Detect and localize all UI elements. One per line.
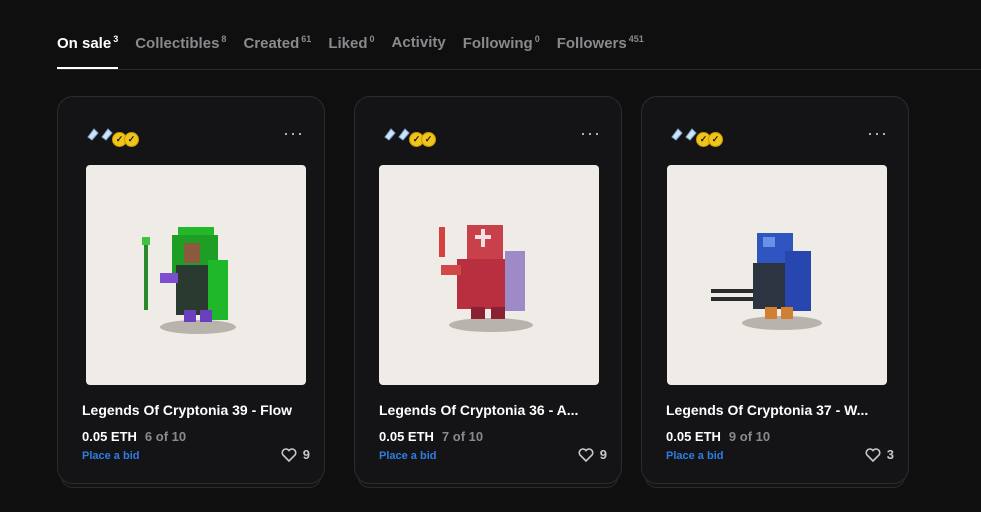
heart-icon xyxy=(578,447,594,462)
tab-created[interactable]: Created 61 xyxy=(243,34,311,69)
like-button[interactable]: 3 xyxy=(865,447,894,462)
price: 0.05 ETH xyxy=(379,429,434,444)
profile-tabs: On sale 3 Collectibles 8 Created 61 Liked 0 … xyxy=(57,34,661,69)
green-hooded-archer-sprite-icon xyxy=(142,227,236,334)
verified-badge-icon: ✓ xyxy=(708,132,723,147)
tabs-divider xyxy=(57,69,981,70)
nft-title[interactable]: Legends Of Cryptonia 39 - Flow xyxy=(82,402,310,418)
tab-count: 61 xyxy=(301,34,312,44)
nft-title[interactable]: Legends Of Cryptonia 37 - W... xyxy=(666,402,894,418)
like-button[interactable]: 9 xyxy=(578,447,607,462)
like-count: 9 xyxy=(599,447,607,462)
tab-collectibles[interactable]: Collectibles 8 xyxy=(135,34,226,69)
nft-card-body[interactable]: ✓ ✓ ··· Legends Of Cryptonia 37 - W... 0… xyxy=(641,96,909,484)
like-count: 9 xyxy=(302,447,310,462)
tab-activity[interactable]: Activity xyxy=(392,34,446,69)
nft-artwork[interactable] xyxy=(667,165,887,385)
tab-followers[interactable]: Followers 451 xyxy=(557,34,644,69)
place-bid-link[interactable]: Place a bid xyxy=(82,450,139,462)
edition-count: 9 of 10 xyxy=(728,429,771,444)
nft-card-body[interactable]: ✓ ✓ ··· Legends Of Cryptonia 36 - A... 0… xyxy=(354,96,622,484)
diamond-icon xyxy=(384,128,396,141)
nft-card[interactable]: ✓ ✓ ··· Legends Of Cryptonia 37 - W... 0… xyxy=(641,96,909,488)
diamond-icon xyxy=(671,128,683,141)
heart-icon xyxy=(865,447,881,462)
price: 0.05 ETH xyxy=(666,429,721,444)
diamond-icon xyxy=(87,128,99,141)
more-options-icon[interactable]: ··· xyxy=(867,123,888,144)
nft-artwork[interactable] xyxy=(379,165,599,385)
more-options-icon[interactable]: ··· xyxy=(580,123,601,144)
red-armored-knight-sprite-icon xyxy=(439,225,533,332)
nft-artwork[interactable] xyxy=(86,165,306,385)
tab-count: 0 xyxy=(534,34,540,44)
like-count: 3 xyxy=(886,447,894,462)
owner-avatars: ✓ ✓ xyxy=(86,127,146,147)
tab-following[interactable]: Following 0 xyxy=(463,34,540,69)
owner-avatars: ✓ ✓ xyxy=(670,127,730,147)
price-row: 0.05 ETH 6 of 10 xyxy=(82,429,186,444)
tab-liked[interactable]: Liked 0 xyxy=(328,34,374,69)
nft-card[interactable]: ✓ ✓ ··· Legends Of Cryptonia 36 - A... 0… xyxy=(354,96,622,488)
tab-count: 8 xyxy=(221,34,227,44)
tab-count: 451 xyxy=(628,34,644,44)
edition-count: 7 of 10 xyxy=(441,429,484,444)
price-row: 0.05 ETH 7 of 10 xyxy=(379,429,483,444)
nft-title[interactable]: Legends Of Cryptonia 36 - A... xyxy=(379,402,607,418)
tab-on-sale[interactable]: On sale 3 xyxy=(57,34,119,69)
owner-avatars: ✓ ✓ xyxy=(383,127,443,147)
verified-badge-icon: ✓ xyxy=(124,132,139,147)
like-button[interactable]: 9 xyxy=(281,447,310,462)
place-bid-link[interactable]: Place a bid xyxy=(379,450,436,462)
tab-count: 3 xyxy=(113,34,119,44)
heart-icon xyxy=(281,447,297,462)
edition-count: 6 of 10 xyxy=(144,429,187,444)
verified-badge-icon: ✓ xyxy=(421,132,436,147)
place-bid-link[interactable]: Place a bid xyxy=(666,450,723,462)
nft-card[interactable]: ✓ ✓ ··· Legends Of Cryptonia 39 - Flow 0… xyxy=(57,96,325,488)
price-row: 0.05 ETH 9 of 10 xyxy=(666,429,770,444)
tab-count: 0 xyxy=(369,34,375,44)
nft-card-body[interactable]: ✓ ✓ ··· Legends Of Cryptonia 39 - Flow 0… xyxy=(57,96,325,484)
price: 0.05 ETH xyxy=(82,429,137,444)
blue-helmet-swordsman-sprite-icon xyxy=(711,233,822,330)
more-options-icon[interactable]: ··· xyxy=(283,123,304,144)
